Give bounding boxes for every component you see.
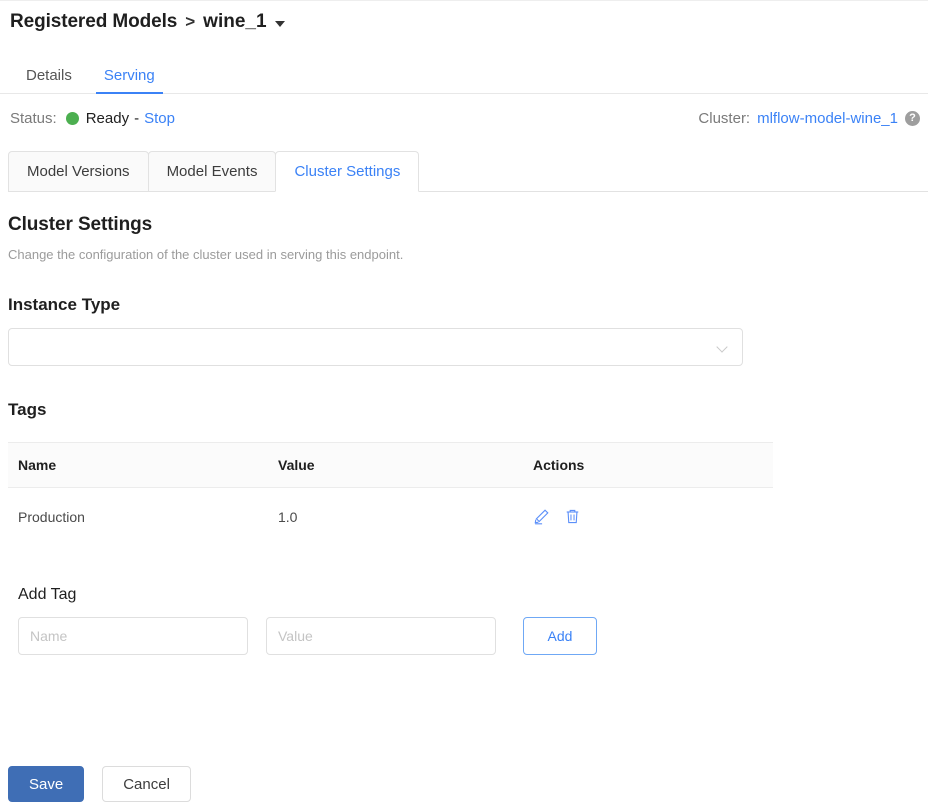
- pencil-icon[interactable]: [533, 508, 550, 525]
- breadcrumb-root-link[interactable]: Registered Models: [10, 11, 177, 33]
- column-header-name: Name: [8, 443, 268, 488]
- cluster-group: Cluster: mlflow-model-wine_1 ?: [698, 110, 920, 127]
- status-indicator-icon: [66, 112, 79, 125]
- caret-down-icon[interactable]: [275, 21, 285, 27]
- add-tag-title: Add Tag: [8, 586, 920, 604]
- breadcrumb: Registered Models > wine_1: [0, 1, 928, 35]
- status-bar: Status: Ready - Stop Cluster: mlflow-mod…: [0, 94, 928, 142]
- page-tabs: Details Serving: [0, 54, 928, 94]
- stop-link[interactable]: Stop: [144, 110, 175, 127]
- breadcrumb-current-model: wine_1: [203, 11, 266, 33]
- instance-type-select[interactable]: [8, 328, 743, 366]
- trash-icon[interactable]: [564, 508, 581, 525]
- tag-value-input[interactable]: [266, 617, 496, 655]
- table-row: Production 1.0: [8, 488, 773, 546]
- status-value: Ready: [86, 110, 129, 127]
- table-header-row: Name Value Actions: [8, 443, 773, 488]
- cluster-label: Cluster:: [698, 110, 750, 127]
- status-group: Status: Ready - Stop: [10, 110, 175, 127]
- tags-table-head: Name Value Actions: [8, 443, 773, 488]
- tab-details[interactable]: Details: [10, 68, 88, 93]
- tag-name-input[interactable]: [18, 617, 248, 655]
- subtab-cluster-settings[interactable]: Cluster Settings: [275, 151, 419, 192]
- serving-page: Registered Models > wine_1 Details Servi…: [0, 0, 928, 810]
- cell-tag-actions: [523, 488, 773, 546]
- page-description: Change the configuration of the cluster …: [8, 247, 920, 262]
- chevron-down-icon: [717, 342, 728, 353]
- status-label: Status:: [10, 110, 57, 127]
- save-button[interactable]: Save: [8, 766, 84, 802]
- subtab-model-events[interactable]: Model Events: [148, 151, 277, 192]
- tags-table-body: Production 1.0: [8, 488, 773, 546]
- serving-subtabs: Model Versions Model Events Cluster Sett…: [0, 142, 928, 192]
- page-title: Cluster Settings: [8, 214, 920, 236]
- column-header-value: Value: [268, 443, 523, 488]
- tags-title: Tags: [8, 400, 920, 420]
- cell-tag-value: 1.0: [268, 488, 523, 546]
- help-circle-icon[interactable]: ?: [905, 111, 920, 126]
- status-dash: -: [134, 110, 139, 127]
- cluster-link[interactable]: mlflow-model-wine_1: [757, 110, 898, 127]
- cancel-button[interactable]: Cancel: [102, 766, 191, 802]
- breadcrumb-separator: >: [185, 12, 195, 32]
- cluster-settings-panel: Cluster Settings Change the configuratio…: [0, 214, 928, 655]
- instance-type-label: Instance Type: [8, 295, 920, 315]
- add-tag-button[interactable]: Add: [523, 617, 597, 655]
- subtab-model-versions[interactable]: Model Versions: [8, 151, 149, 192]
- form-actions: Save Cancel: [8, 766, 191, 802]
- column-header-actions: Actions: [523, 443, 773, 488]
- cell-tag-name: Production: [8, 488, 268, 546]
- tab-serving[interactable]: Serving: [88, 68, 171, 93]
- tags-table: Name Value Actions Production 1.0: [8, 442, 773, 546]
- add-tag-row: Add: [8, 617, 920, 655]
